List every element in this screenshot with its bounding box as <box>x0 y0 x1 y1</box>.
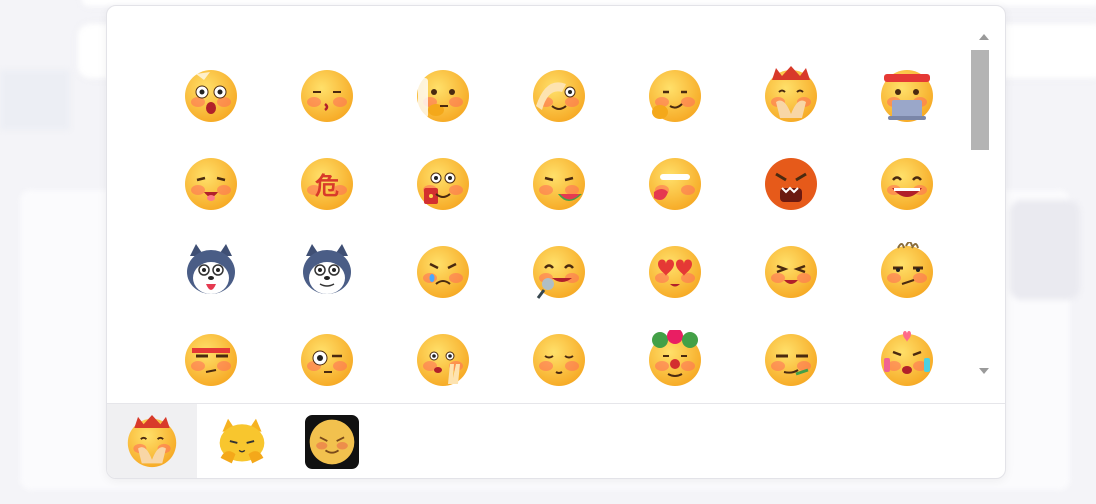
scrollbar-thumb[interactable] <box>971 50 989 150</box>
thinking-hand-icon <box>414 66 472 124</box>
crying-angry-icon <box>414 242 472 300</box>
tongue-out-icon <box>182 154 240 212</box>
danger-icon: 危 <box>298 154 356 212</box>
big-laugh-emoji[interactable] <box>849 139 965 227</box>
facepalm-emoji[interactable] <box>501 51 617 139</box>
angry-roar-emoji[interactable] <box>733 139 849 227</box>
tongue-out-emoji[interactable] <box>153 139 269 227</box>
cheering-icon <box>878 330 936 388</box>
danger-emoji[interactable]: 危 <box>269 139 385 227</box>
emoji-category-tabs <box>107 403 1005 478</box>
scroll-down-icon[interactable] <box>979 368 989 374</box>
husky-smile-icon <box>298 242 356 300</box>
cheering-emoji[interactable] <box>849 315 965 403</box>
clown-icon <box>646 330 704 388</box>
tab-cat-icon <box>215 415 269 469</box>
big-laugh-icon <box>878 154 936 212</box>
tab-classic[interactable] <box>107 404 197 478</box>
heart-eyes-emoji[interactable] <box>617 227 733 315</box>
red-envelope-emoji[interactable] <box>385 139 501 227</box>
watermelon-eating-emoji[interactable] <box>501 139 617 227</box>
peace-hand-emoji[interactable] <box>385 315 501 403</box>
unamused-emoji[interactable] <box>153 315 269 403</box>
smirk-emoji[interactable] <box>733 315 849 403</box>
unamused-icon <box>182 330 240 388</box>
happy-squint-emoji[interactable] <box>733 227 849 315</box>
husky-smile-emoji[interactable] <box>269 227 385 315</box>
red-envelope-icon <box>414 154 472 212</box>
kissing-icon <box>298 66 356 124</box>
vomit-emoji[interactable] <box>617 139 733 227</box>
laptop-headband-emoji[interactable] <box>849 51 965 139</box>
hair-up-icon <box>878 242 936 300</box>
pondering-icon <box>646 66 704 124</box>
facepalm-icon <box>530 66 588 124</box>
happy-squint-icon <box>762 242 820 300</box>
laptop-headband-icon <box>878 66 936 124</box>
shocked-bald-emoji[interactable] <box>153 51 269 139</box>
one-eye-icon <box>298 330 356 388</box>
tab-blush[interactable] <box>287 404 377 478</box>
angry-roar-icon <box>762 154 820 212</box>
watermelon-eating-icon <box>530 154 588 212</box>
blushing-emoji[interactable] <box>501 315 617 403</box>
husky-tongue-icon <box>182 242 240 300</box>
crying-angry-emoji[interactable] <box>385 227 501 315</box>
praying-king-icon <box>762 66 820 124</box>
vomit-icon <box>646 154 704 212</box>
pondering-emoji[interactable] <box>617 51 733 139</box>
kissing-emoji[interactable] <box>269 51 385 139</box>
emoji-picker: 危 <box>106 5 1006 479</box>
emoji-grid: 危 <box>153 51 969 391</box>
background-bubble <box>1010 200 1080 300</box>
tab-cat[interactable] <box>197 404 287 478</box>
one-eye-emoji[interactable] <box>269 315 385 403</box>
heart-eyes-icon <box>646 242 704 300</box>
microphone-emoji[interactable] <box>501 227 617 315</box>
svg-text:危: 危 <box>315 172 339 200</box>
husky-tongue-emoji[interactable] <box>153 227 269 315</box>
background-sidebar <box>0 70 70 130</box>
clown-emoji[interactable] <box>617 315 733 403</box>
tab-classic-icon <box>125 414 179 469</box>
microphone-icon <box>530 242 588 300</box>
hair-up-emoji[interactable] <box>849 227 965 315</box>
blushing-icon <box>530 330 588 388</box>
thinking-hand-emoji[interactable] <box>385 51 501 139</box>
tab-blush-icon <box>305 414 359 469</box>
scroll-up-icon[interactable] <box>979 34 989 40</box>
shocked-bald-icon <box>182 66 240 124</box>
smirk-icon <box>762 330 820 388</box>
praying-king-emoji[interactable] <box>733 51 849 139</box>
peace-hand-icon <box>414 330 472 388</box>
